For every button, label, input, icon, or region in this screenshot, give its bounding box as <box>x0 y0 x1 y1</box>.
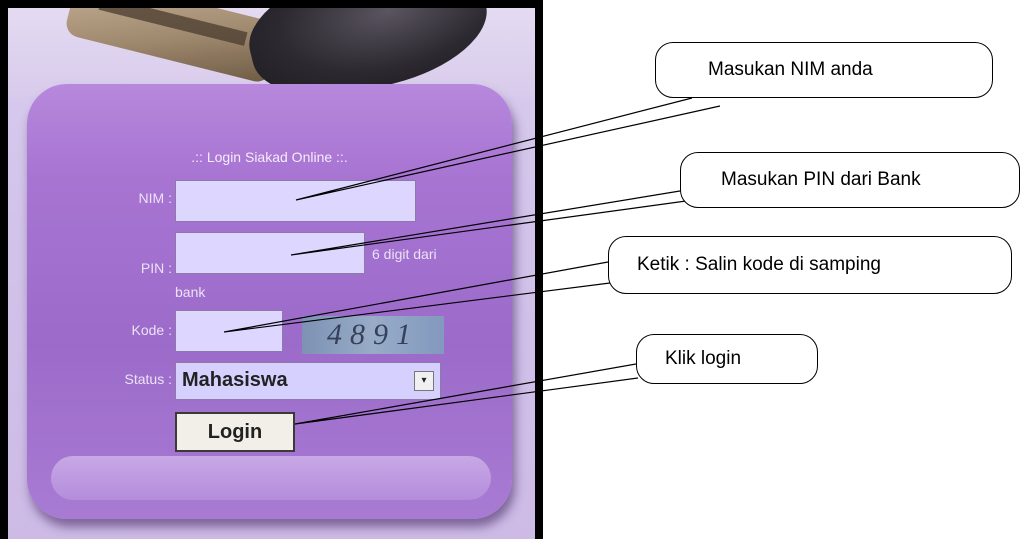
nim-callout-leader <box>295 97 721 201</box>
kode-callout-leader <box>223 261 611 333</box>
login-callout-leader <box>294 363 639 425</box>
callout-nim: Masukan NIM anda <box>655 42 993 98</box>
annotated-screenshot: .:: Login Siakad Online ::. NIM : PIN : … <box>0 0 1022 539</box>
callout-login-text: Klik login <box>665 348 742 369</box>
callout-pin: Masukan PIN dari Bank <box>680 152 1020 208</box>
callout-kode: Ketik : Salin kode di samping <box>608 236 1012 294</box>
callout-nim-text: Masukan NIM anda <box>708 59 873 80</box>
callout-login: Klik login <box>636 334 818 384</box>
callout-pin-text: Masukan PIN dari Bank <box>721 169 921 190</box>
callout-kode-text: Ketik : Salin kode di samping <box>637 254 881 275</box>
